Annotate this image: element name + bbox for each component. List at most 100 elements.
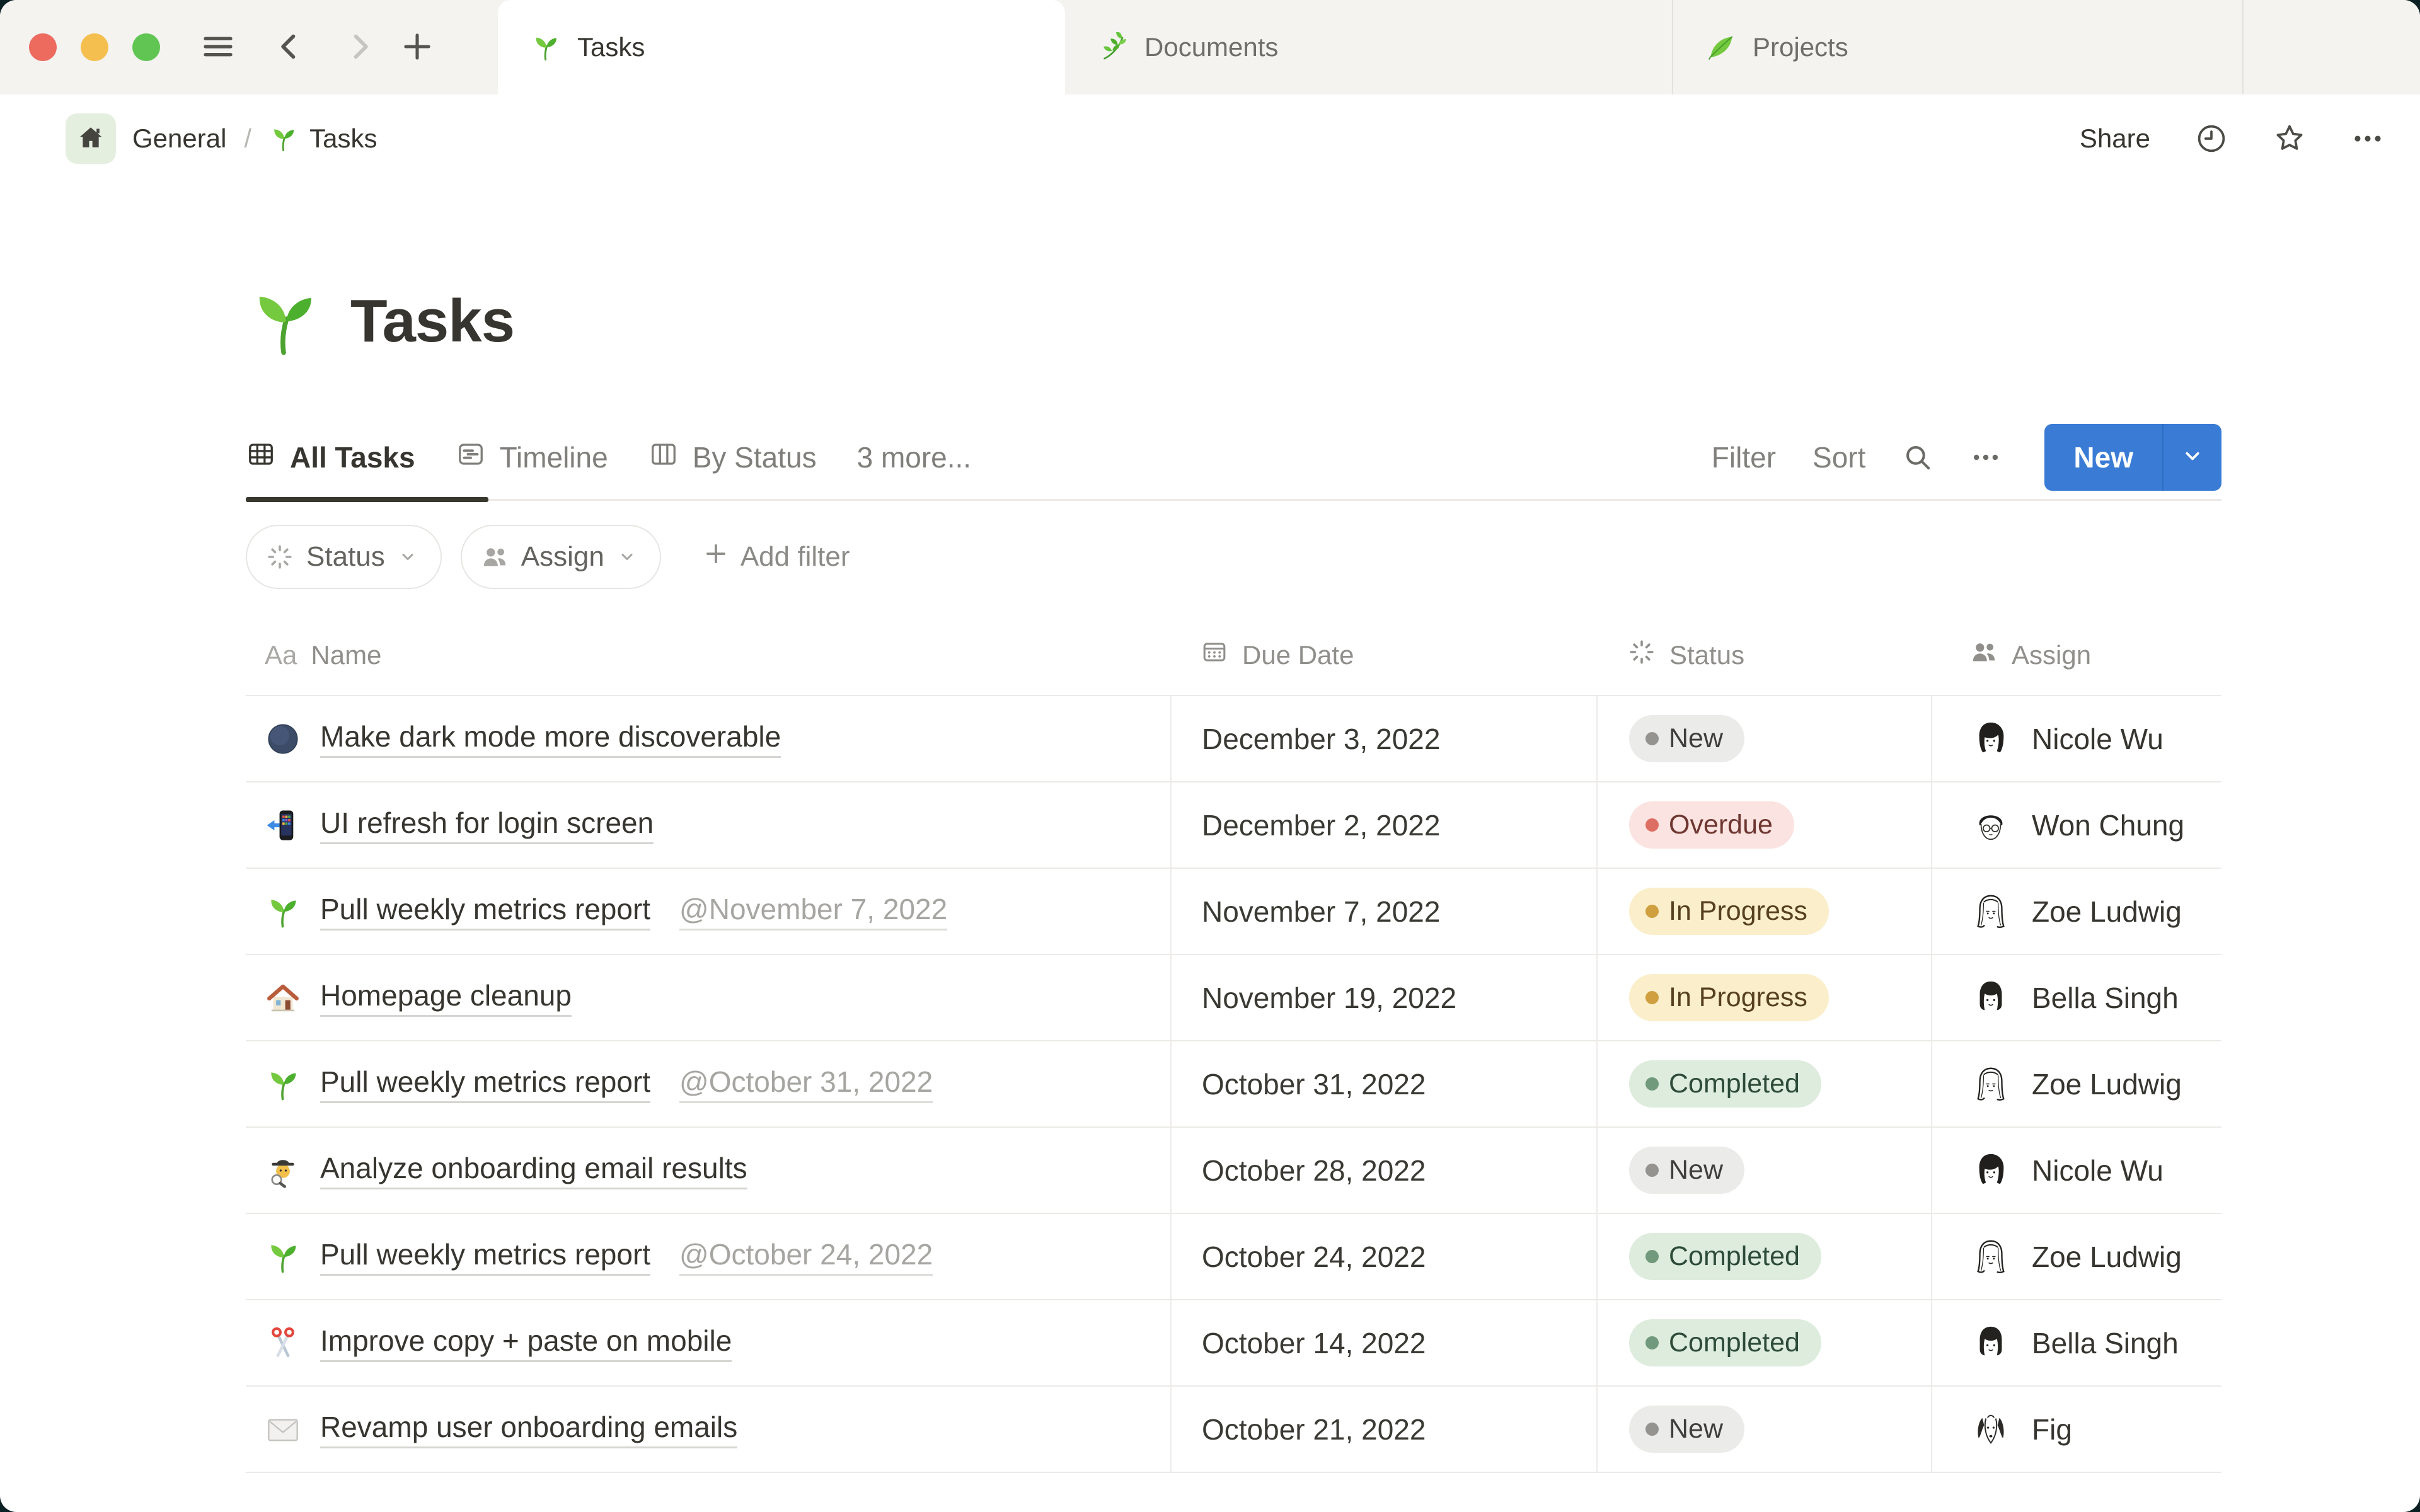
sort-button[interactable]: Sort	[1812, 440, 1865, 474]
table-row[interactable]: Make dark mode more discoverable Decembe…	[246, 696, 2221, 782]
close-window-button[interactable]	[29, 33, 57, 61]
star-icon[interactable]	[2273, 122, 2307, 156]
status-cell[interactable]: Completed	[1596, 1300, 1931, 1385]
status-cell[interactable]: In Progress	[1596, 955, 1931, 1040]
task-name-text[interactable]: Analyze onboarding email results	[320, 1151, 747, 1189]
add-filter-button[interactable]: Add filter	[703, 541, 850, 574]
assign-cell[interactable]: Bella Singh	[1931, 1300, 2221, 1385]
forward-button[interactable]	[334, 0, 384, 94]
new-button-dropdown[interactable]	[2164, 424, 2221, 491]
assign-cell[interactable]: Zoe Ludwig	[1931, 869, 2221, 954]
back-button[interactable]	[265, 0, 315, 94]
task-name-cell[interactable]: UI refresh for login screen	[246, 782, 1170, 868]
table-row[interactable]: Pull weekly metrics report @November 7, …	[246, 869, 2221, 955]
filter-button[interactable]: Filter	[1712, 440, 1776, 474]
task-name-cell[interactable]: Revamp user onboarding emails	[246, 1387, 1170, 1472]
breadcrumb-workspace[interactable]: General	[132, 123, 226, 154]
assign-cell[interactable]: Won Chung	[1931, 782, 2221, 868]
status-pill[interactable]: Completed	[1629, 1060, 1821, 1108]
task-name-text[interactable]: Pull weekly metrics report	[320, 892, 651, 931]
assign-cell[interactable]: Nicole Wu	[1931, 696, 2221, 781]
more-icon[interactable]	[2351, 122, 2385, 156]
due-date-cell[interactable]: October 24, 2022	[1170, 1214, 1596, 1299]
status-pill[interactable]: Completed	[1629, 1233, 1821, 1280]
due-date-cell[interactable]: October 31, 2022	[1170, 1041, 1596, 1126]
clock-icon[interactable]	[2194, 122, 2228, 156]
task-name-text[interactable]: Homepage cleanup	[320, 978, 572, 1017]
assign-cell[interactable]: Nicole Wu	[1931, 1128, 2221, 1213]
window-tab-documents[interactable]: Documents	[1065, 0, 1673, 94]
status-cell[interactable]: Completed	[1596, 1214, 1931, 1299]
due-date-cell[interactable]: December 3, 2022	[1170, 696, 1596, 781]
status-pill[interactable]: Overdue	[1629, 801, 1794, 849]
task-name-cell[interactable]: Improve copy + paste on mobile	[246, 1300, 1170, 1385]
status-cell[interactable]: Overdue	[1596, 782, 1931, 868]
window-tab-tasks[interactable]: Tasks	[498, 0, 1065, 94]
task-name-text[interactable]: Make dark mode more discoverable	[320, 719, 781, 758]
task-name-cell[interactable]: Make dark mode more discoverable	[246, 696, 1170, 781]
table-row[interactable]: Pull weekly metrics report @October 31, …	[246, 1041, 2221, 1128]
assign-cell[interactable]: Zoe Ludwig	[1931, 1214, 2221, 1299]
task-mention[interactable]: @October 24, 2022	[679, 1237, 933, 1276]
view-tab-timeline[interactable]: Timeline	[456, 439, 608, 476]
assign-cell[interactable]: Fig	[1931, 1387, 2221, 1472]
task-name-text[interactable]: Improve copy + paste on mobile	[320, 1324, 732, 1362]
task-name-text[interactable]: Pull weekly metrics report	[320, 1237, 651, 1276]
due-date-cell[interactable]: October 21, 2022	[1170, 1387, 1596, 1472]
column-header-assign[interactable]: Assign	[1931, 638, 2221, 672]
due-date-cell[interactable]: November 19, 2022	[1170, 955, 1596, 1040]
due-date-cell[interactable]: November 7, 2022	[1170, 869, 1596, 954]
new-button[interactable]: New	[2044, 424, 2162, 491]
task-name-text[interactable]: UI refresh for login screen	[320, 806, 654, 844]
status-cell[interactable]: New	[1596, 1387, 1931, 1472]
due-date-cell[interactable]: October 14, 2022	[1170, 1300, 1596, 1385]
status-cell[interactable]: New	[1596, 1128, 1931, 1213]
due-date-cell[interactable]: December 2, 2022	[1170, 782, 1596, 868]
task-name-text[interactable]: Revamp user onboarding emails	[320, 1410, 738, 1448]
column-header-name[interactable]: Aa Name	[246, 640, 1170, 670]
task-name-cell[interactable]: Homepage cleanup	[246, 955, 1170, 1040]
share-button[interactable]: Share	[2080, 123, 2150, 154]
status-cell[interactable]: New	[1596, 696, 1931, 781]
window-tab-projects[interactable]: Projects	[1673, 0, 2244, 94]
table-row[interactable]: Pull weekly metrics report @October 24, …	[246, 1214, 2221, 1300]
seedling-icon[interactable]	[246, 283, 323, 360]
workspace-home-chip[interactable]	[66, 113, 116, 164]
task-name-text[interactable]: Pull weekly metrics report	[320, 1065, 651, 1103]
search-icon[interactable]	[1902, 442, 1933, 473]
assign-cell[interactable]: Zoe Ludwig	[1931, 1041, 2221, 1126]
task-mention[interactable]: @October 31, 2022	[679, 1065, 933, 1103]
table-row[interactable]: Analyze onboarding email results October…	[246, 1128, 2221, 1214]
view-tab-by-status[interactable]: By Status	[648, 439, 817, 476]
more-views-button[interactable]: 3 more...	[857, 440, 972, 474]
view-tab-all-tasks[interactable]: All Tasks	[246, 439, 415, 476]
new-tab-button[interactable]	[392, 0, 442, 94]
view-options-icon[interactable]	[1970, 442, 2002, 473]
status-cell[interactable]: Completed	[1596, 1041, 1931, 1126]
status-pill[interactable]: New	[1629, 715, 1745, 762]
status-pill[interactable]: New	[1629, 1147, 1745, 1194]
table-row[interactable]: Revamp user onboarding emails October 21…	[246, 1387, 2221, 1473]
column-header-status[interactable]: Status	[1596, 638, 1931, 672]
status-pill[interactable]: New	[1629, 1406, 1745, 1453]
zoom-window-button[interactable]	[132, 33, 160, 61]
task-mention[interactable]: @November 7, 2022	[679, 892, 948, 931]
minimize-window-button[interactable]	[81, 33, 108, 61]
status-pill[interactable]: In Progress	[1629, 974, 1829, 1021]
status-pill[interactable]: Completed	[1629, 1319, 1821, 1366]
task-name-cell[interactable]: Pull weekly metrics report @October 24, …	[246, 1214, 1170, 1299]
table-row[interactable]: Homepage cleanup November 19, 2022 In Pr…	[246, 955, 2221, 1041]
table-row[interactable]: UI refresh for login screen December 2, …	[246, 782, 2221, 869]
task-name-cell[interactable]: Pull weekly metrics report @October 31, …	[246, 1041, 1170, 1126]
task-name-cell[interactable]: Pull weekly metrics report @November 7, …	[246, 869, 1170, 954]
table-row[interactable]: Improve copy + paste on mobile October 1…	[246, 1300, 2221, 1387]
due-date-cell[interactable]: October 28, 2022	[1170, 1128, 1596, 1213]
page-title[interactable]: Tasks	[350, 287, 515, 356]
column-header-due-date[interactable]: Due Date	[1170, 638, 1596, 672]
sidebar-menu-button[interactable]	[193, 0, 243, 94]
status-cell[interactable]: In Progress	[1596, 869, 1931, 954]
filter-chip-status[interactable]: Status	[246, 525, 442, 589]
status-pill[interactable]: In Progress	[1629, 888, 1829, 935]
filter-chip-assign[interactable]: Assign	[460, 525, 661, 589]
breadcrumb-page[interactable]: Tasks	[309, 123, 377, 154]
